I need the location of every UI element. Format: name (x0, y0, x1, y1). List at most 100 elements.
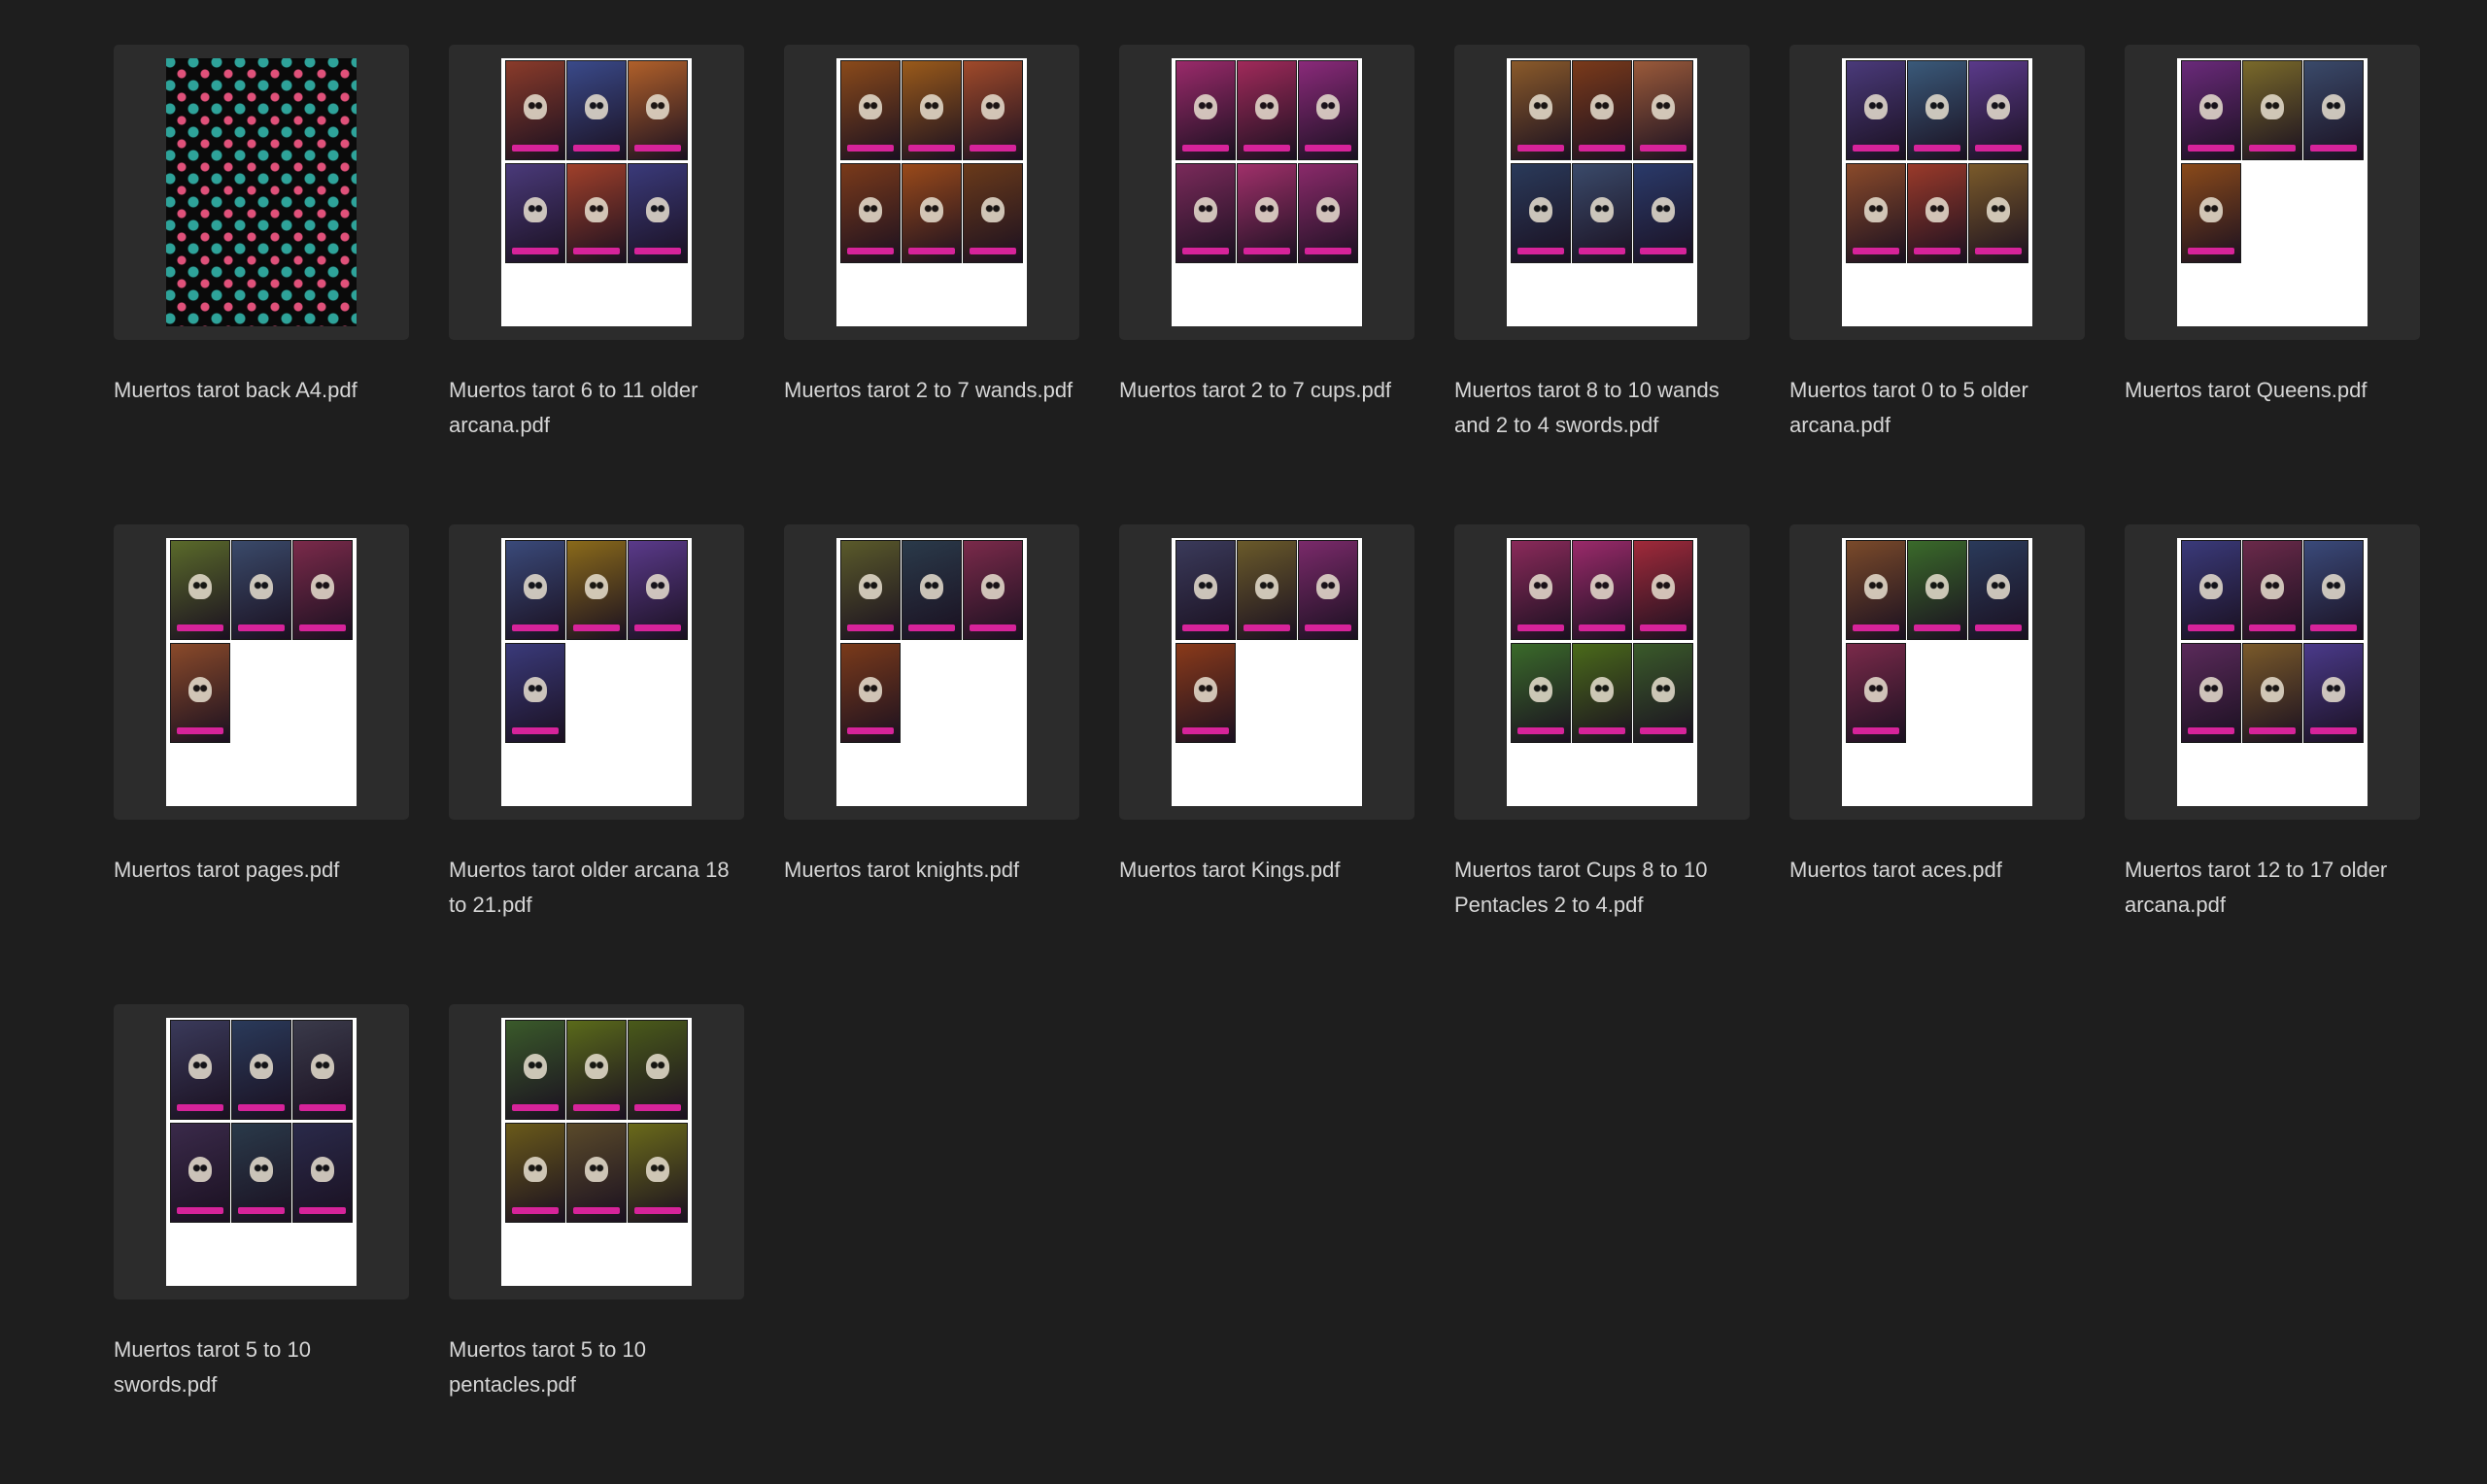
file-thumbnail[interactable] (449, 1004, 744, 1299)
card-title-banner (1579, 248, 1625, 254)
file-name-label[interactable]: Muertos tarot knights.pdf (784, 853, 1079, 888)
card-title-banner (2310, 624, 2357, 631)
file-name-label[interactable]: Muertos tarot 5 to 10 swords.pdf (114, 1332, 409, 1402)
tarot-card-image (1237, 60, 1297, 160)
card-title-banner (512, 727, 559, 734)
file-tile[interactable]: Muertos tarot aces.pdf (1789, 524, 2085, 1004)
file-tile[interactable]: Muertos tarot 2 to 7 cups.pdf (1119, 45, 1414, 524)
skull-figure (1590, 677, 1614, 703)
file-name-label[interactable]: Muertos tarot 12 to 17 older arcana.pdf (2125, 853, 2420, 923)
file-name-label[interactable]: Muertos tarot 5 to 10 pentacles.pdf (449, 1332, 744, 1402)
file-tile[interactable]: Muertos tarot 0 to 5 older arcana.pdf (1789, 45, 2085, 524)
skull-figure (1590, 574, 1614, 600)
tarot-card-image (1633, 60, 1693, 160)
file-tile[interactable]: Muertos tarot pages.pdf (114, 524, 409, 1004)
skull-figure (250, 574, 273, 600)
file-name-label[interactable]: Muertos tarot 2 to 7 wands.pdf (784, 373, 1079, 408)
file-name-label[interactable]: Muertos tarot 0 to 5 older arcana.pdf (1789, 373, 2085, 443)
file-name-label[interactable]: Muertos tarot Cups 8 to 10 Pentacles 2 t… (1454, 853, 1750, 923)
tarot-card-image (628, 163, 688, 263)
file-thumbnail[interactable] (1789, 45, 2085, 340)
skull-figure (920, 94, 943, 120)
file-tile[interactable]: Muertos tarot older arcana 18 to 21.pdf (449, 524, 744, 1004)
file-tile[interactable]: Muertos tarot back A4.pdf (114, 45, 409, 524)
skull-figure (646, 1054, 669, 1080)
tarot-card-image (963, 540, 1023, 640)
tarot-card-image (1298, 540, 1358, 640)
tarot-card-image (1511, 163, 1571, 263)
tarot-card-image (566, 163, 627, 263)
skull-figure (585, 1054, 608, 1080)
file-tile[interactable]: Muertos tarot 8 to 10 wands and 2 to 4 s… (1454, 45, 1750, 524)
pdf-page-preview (1507, 538, 1697, 806)
file-thumbnail[interactable] (449, 524, 744, 820)
tarot-card-image (170, 1123, 230, 1223)
file-grid: Muertos tarot back A4.pdf Muertos tarot 6… (114, 45, 2420, 1484)
file-thumbnail[interactable] (2125, 524, 2420, 820)
pdf-page-preview (1842, 538, 2032, 806)
file-thumbnail[interactable] (1454, 45, 1750, 340)
skull-figure (1194, 197, 1217, 223)
file-name-label[interactable]: Muertos tarot aces.pdf (1789, 853, 2085, 888)
file-tile[interactable]: Muertos tarot 2 to 7 wands.pdf (784, 45, 1079, 524)
file-thumbnail[interactable] (784, 524, 1079, 820)
file-name-label[interactable]: Muertos tarot 8 to 10 wands and 2 to 4 s… (1454, 373, 1750, 443)
file-thumbnail[interactable] (784, 45, 1079, 340)
card-title-banner (1517, 145, 1564, 152)
card-title-banner (573, 624, 620, 631)
skull-figure (1652, 94, 1675, 120)
tarot-card-image (566, 540, 627, 640)
tarot-card-image (1846, 643, 1906, 743)
file-name-label[interactable]: Muertos tarot 2 to 7 cups.pdf (1119, 373, 1414, 408)
card-title-banner (634, 248, 681, 254)
card-title-banner (1853, 624, 1899, 631)
card-title-banner (1914, 624, 1960, 631)
card-title-banner (1182, 727, 1229, 734)
file-thumbnail[interactable] (114, 1004, 409, 1299)
skull-figure (585, 197, 608, 223)
file-tile[interactable]: Muertos tarot Kings.pdf (1119, 524, 1414, 1004)
tarot-card-image (628, 1123, 688, 1223)
file-tile[interactable]: Muertos tarot 5 to 10 swords.pdf (114, 1004, 409, 1484)
file-thumbnail[interactable] (1119, 45, 1414, 340)
file-tile[interactable]: Muertos tarot Queens.pdf (2125, 45, 2420, 524)
file-name-label[interactable]: Muertos tarot Queens.pdf (2125, 373, 2420, 408)
file-tile[interactable]: Muertos tarot 6 to 11 older arcana.pdf (449, 45, 744, 524)
skull-figure (1925, 574, 1949, 600)
file-name-label[interactable]: Muertos tarot pages.pdf (114, 853, 409, 888)
file-tile[interactable]: Muertos tarot Cups 8 to 10 Pentacles 2 t… (1454, 524, 1750, 1004)
file-thumbnail[interactable] (1119, 524, 1414, 820)
tarot-card-image (1237, 163, 1297, 263)
skull-figure (2199, 677, 2223, 703)
file-name-label[interactable]: Muertos tarot back A4.pdf (114, 373, 409, 408)
card-title-banner (1305, 624, 1351, 631)
file-thumbnail[interactable] (2125, 45, 2420, 340)
tarot-card-image (1572, 643, 1632, 743)
file-thumbnail[interactable] (114, 524, 409, 820)
file-tile[interactable]: Muertos tarot 12 to 17 older arcana.pdf (2125, 524, 2420, 1004)
skull-figure (524, 94, 547, 120)
skull-figure (2261, 94, 2284, 120)
skull-figure (1864, 574, 1888, 600)
file-tile[interactable]: Muertos tarot knights.pdf (784, 524, 1079, 1004)
pdf-page-preview (166, 1018, 357, 1286)
file-thumbnail[interactable] (1789, 524, 2085, 820)
file-tile[interactable]: Muertos tarot 5 to 10 pentacles.pdf (449, 1004, 744, 1484)
file-name-label[interactable]: Muertos tarot Kings.pdf (1119, 853, 1414, 888)
file-thumbnail[interactable] (114, 45, 409, 340)
skull-figure (859, 677, 882, 703)
skull-figure (311, 574, 334, 600)
tarot-card-image (1572, 540, 1632, 640)
card-title-banner (1517, 248, 1564, 254)
tarot-card-image (1572, 60, 1632, 160)
file-thumbnail[interactable] (449, 45, 744, 340)
file-thumbnail[interactable] (1454, 524, 1750, 820)
file-name-label[interactable]: Muertos tarot 6 to 11 older arcana.pdf (449, 373, 744, 443)
skull-figure (2322, 574, 2345, 600)
card-title-banner (1853, 727, 1899, 734)
tarot-card-image (1511, 540, 1571, 640)
skull-figure (1864, 94, 1888, 120)
file-name-label[interactable]: Muertos tarot older arcana 18 to 21.pdf (449, 853, 744, 923)
skull-figure (920, 197, 943, 223)
skull-figure (188, 1054, 212, 1080)
